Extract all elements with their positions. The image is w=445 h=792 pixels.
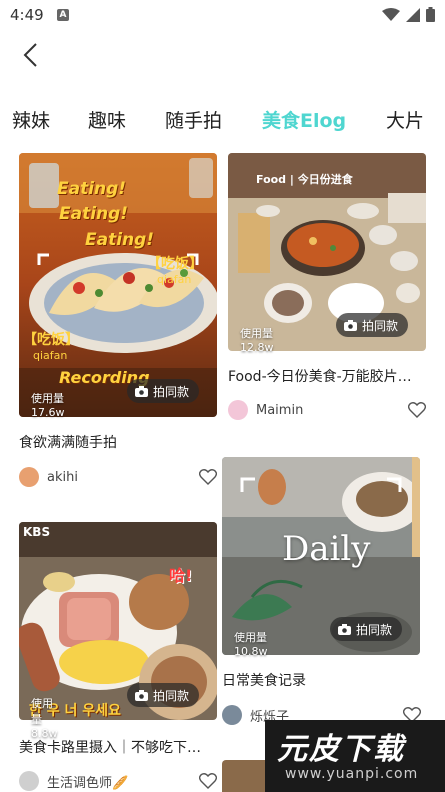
overlay-tag: 【吃饭】 xyxy=(23,332,79,348)
avatar xyxy=(19,771,39,791)
author-row[interactable]: 生活调色师🥖 xyxy=(19,771,128,791)
camera-icon xyxy=(338,623,351,635)
overlay-text: Eating! xyxy=(59,204,129,224)
tab-fun[interactable]: 趣味 xyxy=(88,106,126,133)
author-name: akihi xyxy=(47,469,78,485)
usage-count: 使用量 8.8w xyxy=(31,697,58,740)
usage-count: 使用量 17.6w xyxy=(31,392,65,419)
card-title[interactable]: 美食卡路里摄入｜不够吃下… xyxy=(19,737,201,757)
card-title[interactable]: Food-今日份美食-万能胶片… xyxy=(228,366,412,386)
tab-snapshot[interactable]: 随手拍 xyxy=(165,106,222,133)
heart-icon[interactable] xyxy=(408,402,426,418)
overlay-tag: 【吃饭】 xyxy=(147,256,203,272)
shoot-same-button[interactable]: 拍同款 xyxy=(330,617,403,641)
camera-icon xyxy=(344,319,357,331)
overlay-text: Eating! xyxy=(85,230,155,250)
camera-icon xyxy=(135,385,148,397)
shoot-same-label: 拍同款 xyxy=(362,318,399,333)
shoot-same-label: 拍同款 xyxy=(356,622,393,637)
signal-icon xyxy=(406,7,420,22)
overlay-header: Food | 今日份进食 xyxy=(256,173,353,186)
app-notification-icon: A xyxy=(57,9,69,21)
camera-icon xyxy=(135,689,148,701)
shoot-same-button[interactable]: 拍同款 xyxy=(127,683,200,707)
category-tabs: 辣妹 趣味 随手拍 美食Elog 大片 xyxy=(0,100,445,140)
status-icons xyxy=(382,7,435,22)
heart-icon[interactable] xyxy=(199,469,217,485)
author-row[interactable]: akihi xyxy=(19,467,78,487)
back-arrow-icon[interactable] xyxy=(20,42,44,68)
status-bar: 4:49 A xyxy=(0,0,445,30)
card-title[interactable]: 日常美食记录 xyxy=(222,670,306,690)
author-name: 生活调色师🥖 xyxy=(47,775,129,791)
overlay-text: 哈! xyxy=(169,566,193,585)
usage-count: 使用量 12.8w xyxy=(240,327,274,354)
card-title[interactable]: 食欲满满随手拍 xyxy=(19,432,117,452)
wifi-icon xyxy=(382,7,400,21)
card-thumbnail[interactable]: Eating! Eating! Eating! 【吃饭】 qiafan 【吃饭】… xyxy=(19,153,217,417)
tab-blockbuster[interactable]: 大片 xyxy=(386,106,424,133)
avatar xyxy=(19,467,39,487)
usage-count: 使用量 10.8w xyxy=(234,631,268,658)
battery-icon xyxy=(426,7,435,22)
shoot-same-button[interactable]: 拍同款 xyxy=(127,379,200,403)
shoot-same-label: 拍同款 xyxy=(153,688,190,703)
site-watermark: 元皮下载 www.yuanpi.com xyxy=(265,720,445,792)
shoot-same-button[interactable]: 拍同款 xyxy=(336,313,409,337)
overlay-logo: KBS xyxy=(23,525,51,539)
watermark-url: www.yuanpi.com xyxy=(285,766,419,782)
overlay-text: Eating! xyxy=(57,179,127,199)
tab-food-elog[interactable]: 美食Elog xyxy=(262,106,346,133)
shoot-same-label: 拍同款 xyxy=(153,384,190,399)
author-name: Maimin xyxy=(256,402,304,418)
avatar xyxy=(228,400,248,420)
author-row[interactable]: Maimin xyxy=(228,400,303,420)
watermark-text: 元皮下载 xyxy=(277,732,405,767)
tab-hot-girl[interactable]: 辣妹 xyxy=(12,106,50,133)
overlay-tag-sub: qiafan xyxy=(157,273,192,286)
avatar xyxy=(222,705,242,725)
overlay-tag-sub: qiafan xyxy=(33,349,68,362)
overlay-title: Daily xyxy=(282,529,371,569)
status-time: 4:49 xyxy=(10,6,44,24)
heart-icon[interactable] xyxy=(199,773,217,789)
